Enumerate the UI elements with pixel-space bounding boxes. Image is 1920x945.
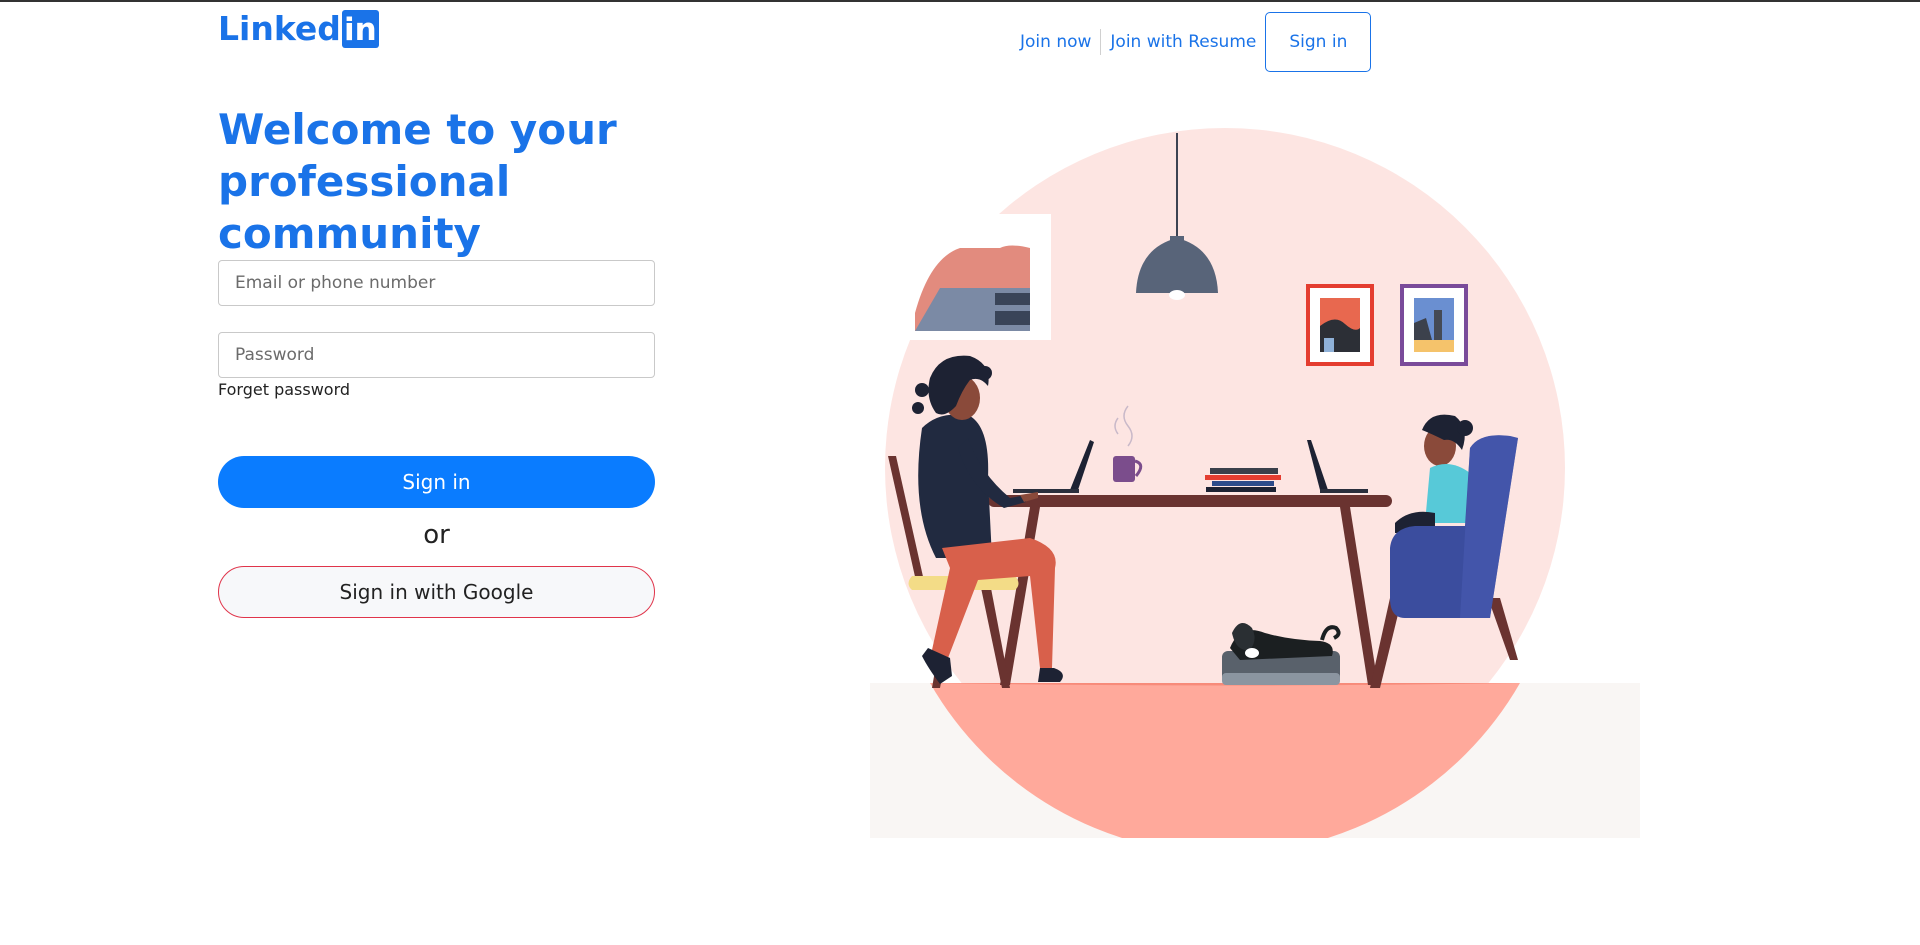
hero-illustration (870, 128, 1640, 838)
window-icon (908, 214, 1051, 340)
page-headline: Welcome to your professional community (218, 105, 617, 258)
logo-in-box: in (341, 10, 379, 48)
sign-in-with-google-button[interactable]: Sign in with Google (218, 566, 655, 618)
picture-frame-icon (1400, 284, 1468, 366)
join-with-resume-link[interactable]: Join with Resume (1110, 32, 1256, 52)
top-border (0, 0, 1920, 2)
join-now-link[interactable]: Join now (1020, 32, 1091, 52)
logo-wordmark: Linked (218, 9, 341, 48)
password-input[interactable] (218, 332, 655, 378)
picture-frame-icon (1306, 284, 1374, 366)
header-sign-in-button[interactable]: Sign in (1265, 12, 1372, 72)
top-nav: Join now Join with Resume Sign in (1020, 11, 1372, 73)
linkedin-logo[interactable]: Linked in (218, 10, 379, 48)
books-icon (1205, 468, 1281, 492)
nav-divider (1100, 29, 1102, 55)
forget-password-link[interactable]: Forget password (218, 380, 350, 399)
or-divider-text: or (423, 520, 450, 550)
email-input[interactable] (218, 260, 655, 306)
sign-in-button[interactable]: Sign in (218, 456, 655, 508)
